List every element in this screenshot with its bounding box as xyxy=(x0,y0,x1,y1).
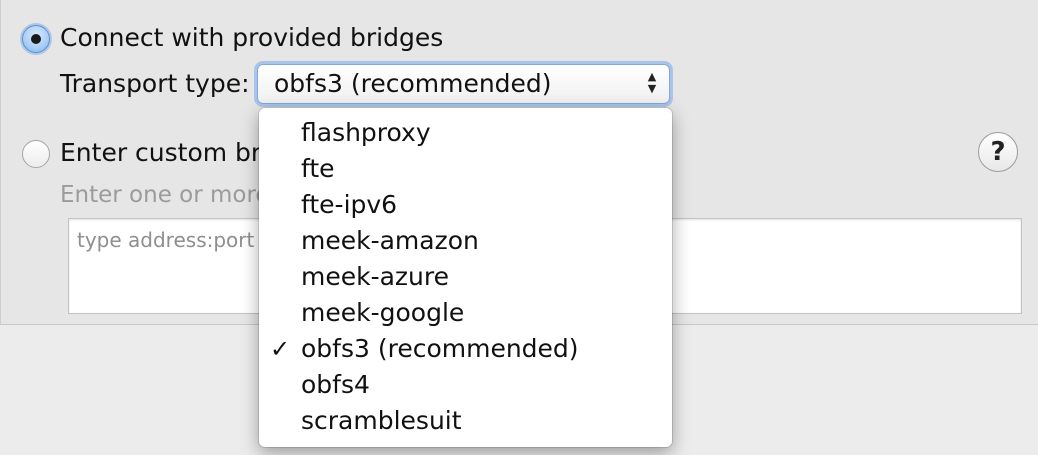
transport-type-menu: flashproxy fte fte-ipv6 meek-amazon meek… xyxy=(259,108,672,447)
transport-type-value: obfs3 (recommended) xyxy=(274,69,552,98)
arrow-down-icon: ▼ xyxy=(647,82,657,95)
radio-selected-dot xyxy=(31,34,41,44)
menu-item-label: meek-google xyxy=(301,298,465,327)
menu-item-obfs3[interactable]: ✓ obfs3 (recommended) xyxy=(259,331,672,367)
menu-item-meek-google[interactable]: meek-google xyxy=(259,295,672,331)
menu-item-label: fte-ipv6 xyxy=(301,190,398,219)
menu-item-label: flashproxy xyxy=(301,118,431,147)
help-button[interactable]: ? xyxy=(978,132,1018,172)
menu-item-meek-azure[interactable]: meek-azure xyxy=(259,259,672,295)
custom-bridges-radio[interactable] xyxy=(22,140,50,168)
menu-item-scramblesuit[interactable]: scramblesuit xyxy=(259,403,672,439)
checkmark-icon: ✓ xyxy=(270,335,291,363)
menu-item-label: fte xyxy=(301,154,335,183)
menu-item-label: obfs3 (recommended) xyxy=(301,334,579,363)
transport-type-select[interactable]: obfs3 (recommended) ▲ ▼ xyxy=(257,64,670,104)
menu-item-meek-amazon[interactable]: meek-amazon xyxy=(259,223,672,259)
transport-type-label: Transport type: xyxy=(60,69,250,98)
menu-item-fte-ipv6[interactable]: fte-ipv6 xyxy=(259,187,672,223)
provided-bridges-label[interactable]: Connect with provided bridges xyxy=(60,23,443,53)
textarea-placeholder: type address:port xyxy=(77,228,255,252)
provided-bridges-radio[interactable] xyxy=(22,25,50,53)
menu-item-obfs4[interactable]: obfs4 xyxy=(259,367,672,403)
menu-item-label: meek-amazon xyxy=(301,226,479,255)
panel-left-edge xyxy=(0,0,1,324)
menu-item-label: meek-azure xyxy=(301,262,450,291)
updown-arrows-icon: ▲ ▼ xyxy=(645,71,659,97)
menu-item-flashproxy[interactable]: flashproxy xyxy=(259,115,672,151)
menu-item-label: scramblesuit xyxy=(301,406,462,435)
menu-item-label: obfs4 xyxy=(301,370,370,399)
menu-item-fte[interactable]: fte xyxy=(259,151,672,187)
